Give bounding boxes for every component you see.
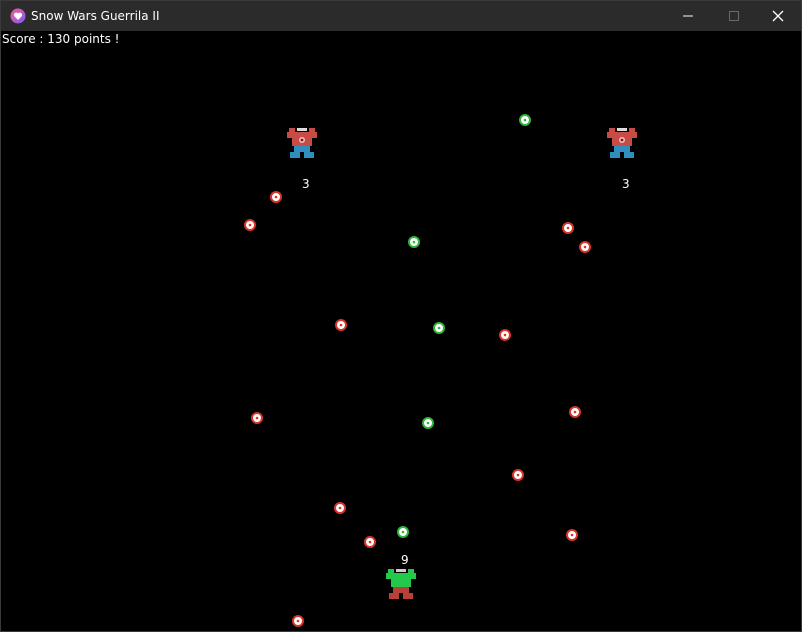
enemy-unit-icon: [607, 128, 637, 158]
maximize-icon: [729, 11, 739, 21]
enemy-snowball-icon: [569, 406, 581, 418]
enemy-snowball-icon: [292, 615, 304, 627]
enemy-snowball-icon: [566, 529, 578, 541]
enemy-hp-label: 3: [302, 177, 310, 191]
player-hp-label: 9: [401, 553, 409, 567]
enemy-snowball-icon: [244, 219, 256, 231]
enemy-snowball-icon: [270, 191, 282, 203]
close-button[interactable]: [755, 1, 801, 31]
player-snowball-icon: [433, 322, 445, 334]
enemy-unit-icon: [287, 128, 317, 158]
enemy-snowball-icon: [335, 319, 347, 331]
minimize-icon: [683, 15, 693, 17]
heart-app-icon: [10, 8, 26, 24]
title-bar[interactable]: Snow Wars Guerrila II: [1, 1, 801, 31]
enemy-snowball-icon: [499, 329, 511, 341]
enemy-snowball-icon: [562, 222, 574, 234]
window-title: Snow Wars Guerrila II: [31, 9, 160, 23]
player-snowball-icon: [408, 236, 420, 248]
enemy-snowball-icon: [512, 469, 524, 481]
enemy-hp-label: 3: [622, 177, 630, 191]
enemy-snowball-icon: [364, 536, 376, 548]
player-snowball-icon: [397, 526, 409, 538]
enemy-snowball-icon: [334, 502, 346, 514]
maximize-button[interactable]: [711, 1, 757, 31]
game-window: Snow Wars Guerrila II Score : 130 points…: [0, 0, 802, 632]
close-icon: [772, 10, 784, 22]
enemy-snowball-icon: [251, 412, 263, 424]
player-unit-icon[interactable]: [384, 567, 418, 603]
player-snowball-icon: [422, 417, 434, 429]
minimize-button[interactable]: [665, 1, 711, 31]
game-canvas[interactable]: Score : 130 points ! 3 3 9: [1, 31, 801, 631]
enemy-snowball-icon: [579, 241, 591, 253]
player-snowball-icon: [519, 114, 531, 126]
score-label: Score : 130 points !: [2, 32, 120, 46]
